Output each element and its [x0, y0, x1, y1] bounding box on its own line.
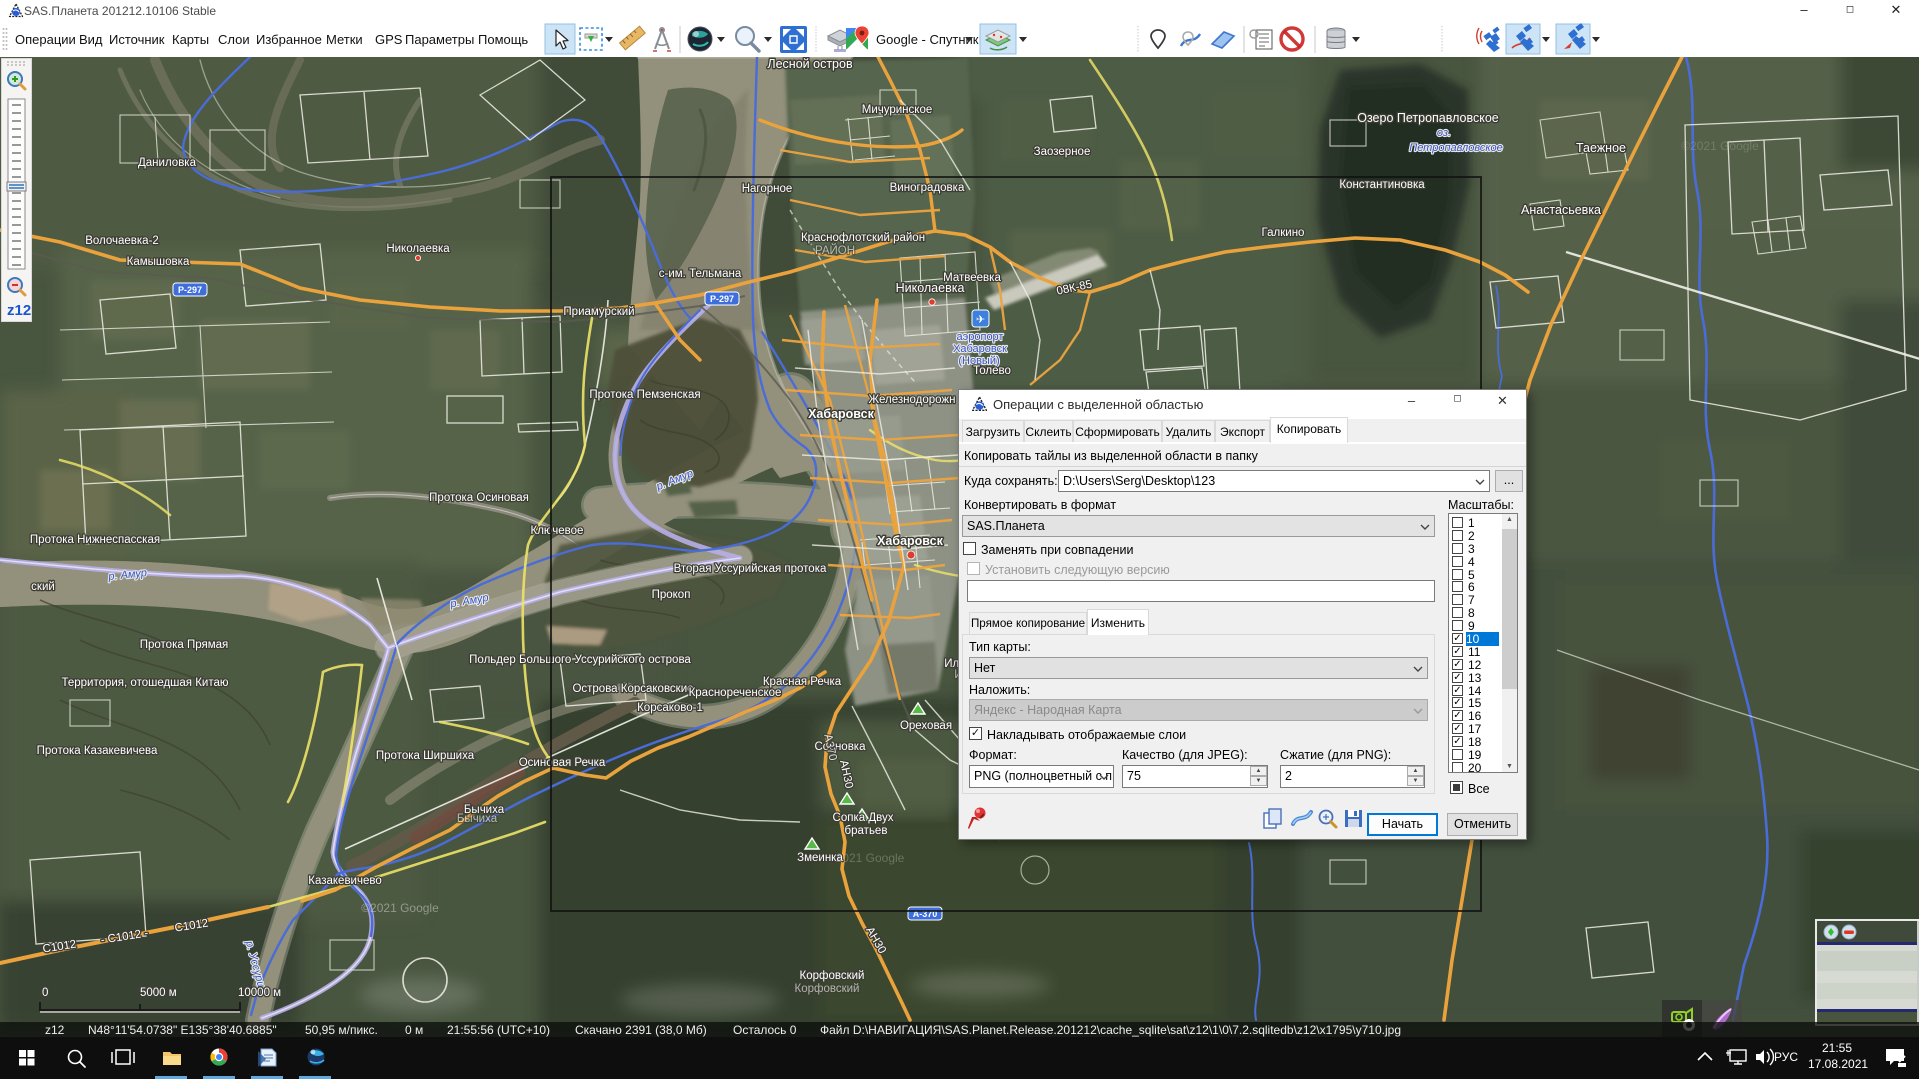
svg-text:Протока Ширшиха: Протока Ширшиха — [376, 750, 475, 762]
svg-text:РАЙОН: РАЙОН — [815, 244, 855, 257]
svg-text:Виноградовка: Виноградовка — [890, 182, 965, 194]
svg-text:Протока Прямая: Протока Прямая — [140, 639, 229, 651]
svg-text:Даниловка: Даниловка — [138, 157, 197, 169]
svg-text:Сопка Двух: Сопка Двух — [833, 812, 894, 824]
svg-text:Краснофлотский район: Краснофлотский район — [801, 232, 925, 244]
svg-text:Осиновая Речка: Осиновая Речка — [519, 757, 606, 769]
svg-text:Польдер Большого Уссурийского: Польдер Большого Уссурийского острова — [469, 654, 691, 666]
svg-text:Корфовский: Корфовский — [800, 970, 865, 982]
svg-text:Корфовский: Корфовский — [795, 983, 860, 995]
svg-text:с-им. Тельмана: с-им. Тельмана — [659, 268, 742, 280]
svg-text:Приамурский: Приамурский — [563, 306, 634, 318]
svg-text:Р-297: Р-297 — [178, 285, 202, 295]
svg-text:Железнодорожн: Железнодорожн — [869, 394, 956, 406]
svg-text:Корсаково-1: Корсаково-1 — [637, 702, 703, 714]
svg-text:оз.: оз. — [1437, 127, 1451, 139]
svg-text:Николаевка: Николаевка — [896, 281, 965, 295]
svg-text:2021 Google: 2021 Google — [836, 851, 905, 865]
svg-text:Р-297: Р-297 — [710, 294, 734, 304]
svg-text:Нагорное: Нагорное — [742, 183, 793, 195]
svg-text:Таежное: Таежное — [1576, 141, 1626, 155]
svg-text:Хабаровск: Хабаровск — [877, 534, 944, 548]
svg-text:10000 м: 10000 м — [238, 987, 281, 999]
svg-text:Ореховая: Ореховая — [900, 720, 952, 732]
svg-text:Территория, отошедшая Китаю: Территория, отошедшая Китаю — [61, 677, 228, 689]
svg-text:Камышовка: Камышовка — [127, 256, 190, 268]
svg-text:Волочаевка-2: Волочаевка-2 — [85, 235, 159, 247]
svg-text:z12: z12 — [7, 302, 31, 319]
svg-text:аэропорт: аэропорт — [957, 331, 1004, 343]
svg-text:Хабаровск: Хабаровск — [953, 343, 1007, 355]
svg-text:Краснореченское: Краснореченское — [689, 687, 782, 699]
svg-text:Протока Пемзенская: Протока Пемзенская — [589, 389, 700, 401]
svg-text:Острова Корсаковские: Острова Корсаковские — [572, 683, 693, 695]
svg-text:Мичуринское: Мичуринское — [862, 104, 933, 116]
svg-text:Толево: Толево — [973, 365, 1011, 377]
svg-text:Протока Осиновая: Протока Осиновая — [429, 492, 529, 504]
svg-text:5000 м: 5000 м — [140, 987, 177, 999]
svg-text:Бычиха: Бычиха — [457, 813, 498, 825]
svg-text:Ключевое: Ключевое — [531, 525, 584, 537]
svg-text:Константиновка: Константиновка — [1339, 179, 1425, 191]
svg-text:©2021 Google: ©2021 Google — [361, 901, 439, 915]
svg-text:Петропавловское: Петропавловское — [1409, 142, 1503, 154]
svg-text:©2021 Google: ©2021 Google — [1681, 139, 1759, 153]
svg-text:ский: ский — [31, 581, 55, 593]
svg-text:Хабаровск: Хабаровск — [808, 407, 875, 421]
svg-text:Заозерное: Заозерное — [1034, 146, 1091, 158]
svg-text:Протока Нижнеспасская: Протока Нижнеспасская — [30, 534, 160, 546]
svg-text:братьев: братьев — [845, 825, 888, 837]
svg-text:Озеро Петропавловское: Озеро Петропавловское — [1357, 111, 1499, 125]
svg-text:Протока Казакевичева: Протока Казакевичева — [37, 745, 158, 757]
svg-text:Анастасьевка: Анастасьевка — [1521, 203, 1601, 217]
svg-text:Казакевичево: Казакевичево — [308, 875, 382, 887]
svg-text:Николаевка: Николаевка — [386, 243, 450, 255]
svg-text:Сосновка: Сосновка — [815, 741, 867, 753]
svg-text:0: 0 — [42, 987, 48, 999]
svg-text:✈: ✈ — [976, 314, 985, 326]
svg-text:Вторая Уссурийская протока: Вторая Уссурийская протока — [674, 563, 827, 575]
svg-text:Лесной остров: Лесной остров — [767, 57, 853, 71]
svg-text:Галкино: Галкино — [1262, 227, 1305, 239]
svg-text:Прокоп: Прокоп — [652, 589, 691, 601]
svg-text:Google - Спутник: Google - Спутник — [876, 32, 979, 47]
